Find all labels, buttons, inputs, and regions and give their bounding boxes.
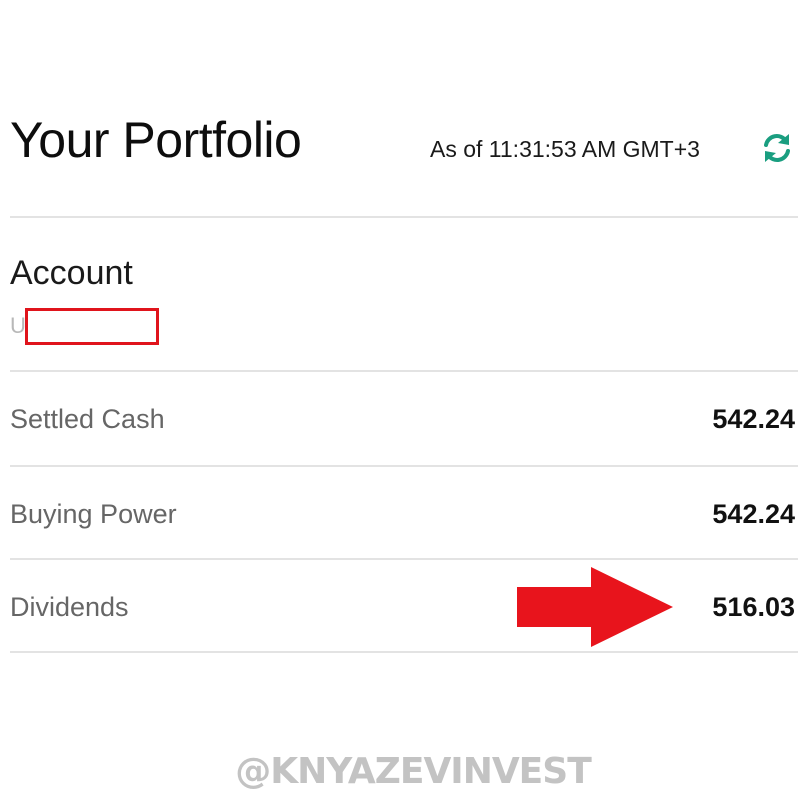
page-title: Your Portfolio: [10, 112, 302, 168]
settled-cash-label: Settled Cash: [10, 404, 165, 434]
account-divider: [10, 370, 798, 372]
header-divider: [10, 216, 798, 218]
buying-power-value: 542.24: [712, 499, 795, 529]
buying-power-label: Buying Power: [10, 499, 177, 529]
settled-cash-value: 542.24: [712, 404, 795, 434]
account-id: U: [10, 313, 26, 338]
row-divider: [10, 651, 798, 653]
row-divider: [10, 558, 798, 560]
right-arrow-icon: [517, 567, 673, 647]
redaction-box: [25, 308, 159, 345]
dividends-label: Dividends: [10, 592, 129, 622]
watermark: @KNYAZEVINVEST: [235, 751, 592, 792]
dividends-value: 516.03: [712, 592, 795, 622]
refresh-icon[interactable]: [760, 131, 794, 165]
account-label: Account: [10, 254, 133, 292]
row-divider: [10, 465, 798, 467]
as-of-timestamp: As of 11:31:53 AM GMT+3: [430, 136, 700, 162]
